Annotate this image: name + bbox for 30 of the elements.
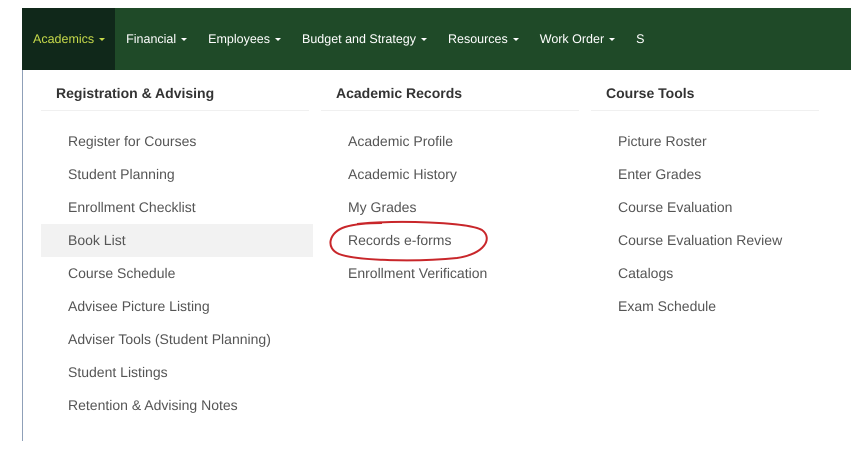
nav-tab[interactable]: Financial	[115, 8, 198, 70]
menu-link[interactable]: Advisee Picture Listing	[41, 290, 313, 323]
nav-tab[interactable]: Employees	[197, 8, 292, 70]
menu-link[interactable]: Enter Grades	[591, 158, 823, 191]
nav-tab[interactable]: Academics	[22, 8, 116, 70]
menu-link[interactable]: Enrollment Verification	[321, 257, 583, 290]
menu-link[interactable]: Records e-forms	[321, 224, 583, 257]
nav-tab[interactable]: S	[625, 8, 654, 70]
menu-link[interactable]: Academic History	[321, 158, 583, 191]
menu-link[interactable]: Register for Courses	[41, 125, 313, 158]
menu-link[interactable]: Book List	[41, 224, 313, 257]
menu-link[interactable]: Course Evaluation Review	[591, 224, 823, 257]
menu-link[interactable]: Picture Roster	[591, 125, 823, 158]
menu-link[interactable]: Catalogs	[591, 257, 823, 290]
menu-link[interactable]: Student Planning	[41, 158, 313, 191]
menu-link[interactable]: Academic Profile	[321, 125, 583, 158]
menu-link[interactable]: Retention & Advising Notes	[41, 389, 313, 422]
menu-link[interactable]: Student Listings	[41, 356, 313, 389]
nav-tab[interactable]: Budget and Strategy	[291, 8, 437, 70]
nav-tab[interactable]: Resources	[437, 8, 529, 70]
menu-link[interactable]: Course Evaluation	[591, 191, 823, 224]
menu-link[interactable]: Exam Schedule	[591, 290, 823, 323]
menu-link[interactable]: Course Schedule	[41, 257, 313, 290]
menu-link[interactable]: Adviser Tools (Student Planning)	[41, 323, 313, 356]
menu-link[interactable]: Enrollment Checklist	[41, 191, 313, 224]
menu-link[interactable]: My Grades	[321, 191, 583, 224]
menu-heading: Academic Records	[321, 70, 579, 111]
nav-tab[interactable]: Work Order	[528, 8, 626, 70]
menu-heading: Course Tools	[591, 70, 819, 111]
menu-heading: Registration & Advising	[41, 70, 309, 111]
